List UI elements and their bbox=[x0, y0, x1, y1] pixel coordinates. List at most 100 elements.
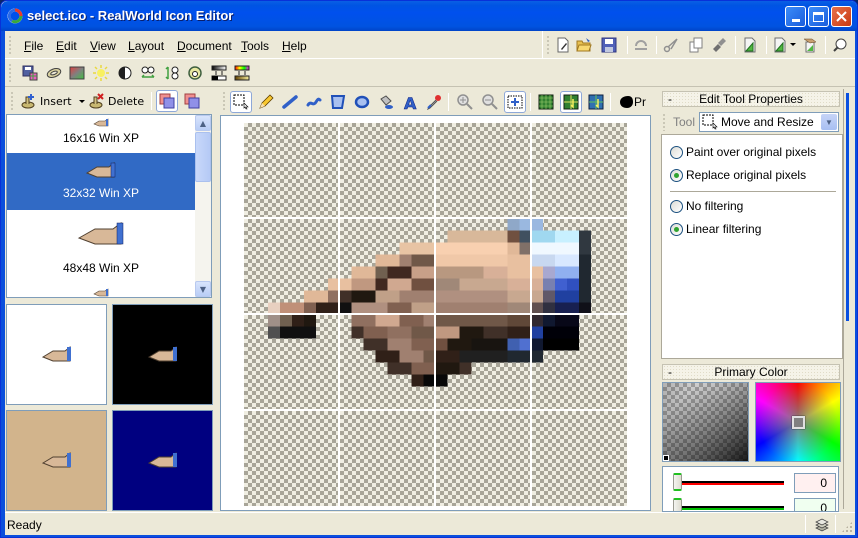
tool-row-gripper[interactable] bbox=[663, 113, 665, 131]
rotate-button[interactable] bbox=[187, 65, 203, 81]
alpha-brightness-picker[interactable] bbox=[662, 382, 749, 462]
flip-vertical-button[interactable] bbox=[164, 65, 180, 81]
insert-dropdown-icon[interactable] bbox=[78, 99, 85, 103]
ellipse-tool[interactable] bbox=[351, 91, 373, 113]
copy-button[interactable] bbox=[688, 37, 704, 53]
image-canvas[interactable] bbox=[220, 115, 651, 511]
hue-saturation-picker[interactable] bbox=[755, 382, 841, 462]
fit-zoom-tool[interactable] bbox=[504, 91, 526, 113]
eyedropper-tool[interactable] bbox=[423, 91, 445, 113]
radio-replace[interactable]: Replace original pixels bbox=[670, 168, 806, 182]
collapse-icon[interactable]: - bbox=[668, 365, 672, 379]
radio-unchecked-icon[interactable] bbox=[670, 145, 683, 159]
grayscale-map-button[interactable] bbox=[211, 65, 227, 81]
rect-select-tool[interactable] bbox=[230, 91, 252, 113]
insert-button[interactable]: Insert bbox=[21, 92, 85, 110]
create-dropdown-button[interactable] bbox=[772, 37, 788, 53]
resize-grip-icon[interactable] bbox=[841, 521, 853, 533]
help-button[interactable] bbox=[832, 37, 848, 53]
format-item-16[interactable]: 16x16 Win XP bbox=[7, 115, 195, 153]
create-image-button[interactable] bbox=[742, 37, 758, 53]
side-view-button[interactable] bbox=[181, 90, 203, 112]
open-button[interactable] bbox=[576, 37, 592, 53]
radio-unchecked-icon[interactable] bbox=[670, 199, 683, 213]
toolbar-overflow-label[interactable]: Pr bbox=[634, 95, 646, 109]
toolbar-separator bbox=[151, 92, 152, 110]
formats-toolbar-gripper[interactable] bbox=[11, 91, 13, 111]
format-item-more[interactable] bbox=[7, 287, 195, 297]
save-layer-button[interactable] bbox=[22, 65, 38, 81]
maximize-button[interactable] bbox=[808, 6, 829, 27]
minimize-button[interactable] bbox=[785, 6, 806, 27]
red-slider-knob[interactable] bbox=[673, 473, 682, 491]
radio-checked-icon[interactable] bbox=[670, 168, 683, 182]
paste-button[interactable] bbox=[712, 37, 728, 53]
save-button[interactable] bbox=[601, 37, 617, 53]
scroll-down-button[interactable]: ▼ bbox=[195, 281, 211, 297]
gradient-button[interactable] bbox=[69, 65, 85, 81]
red-slider-track[interactable] bbox=[677, 481, 784, 485]
contrast-button[interactable] bbox=[117, 65, 133, 81]
grid-tool[interactable] bbox=[535, 91, 557, 113]
scroll-thumb[interactable] bbox=[195, 132, 211, 182]
radio-paint-over[interactable]: Paint over original pixels bbox=[670, 145, 816, 159]
menu-view[interactable]: View bbox=[90, 39, 116, 53]
color-map-button[interactable] bbox=[234, 65, 250, 81]
delete-button[interactable]: Delete bbox=[89, 92, 144, 110]
rectangle-tool[interactable] bbox=[327, 91, 349, 113]
overlay-view-button[interactable] bbox=[156, 90, 178, 112]
format-item-48[interactable]: 48x48 Win XP bbox=[7, 215, 195, 287]
green-value-input[interactable]: 0 bbox=[794, 498, 836, 511]
menu-tools[interactable]: Tools bbox=[241, 39, 269, 53]
radio-no-filtering[interactable]: No filtering bbox=[670, 199, 743, 213]
icon-edit-area[interactable] bbox=[244, 123, 627, 506]
fill-tool[interactable] bbox=[375, 91, 397, 113]
zoom-out-tool[interactable] bbox=[479, 91, 501, 113]
zoom-in-tool[interactable] bbox=[454, 91, 476, 113]
undo-button[interactable] bbox=[633, 37, 649, 53]
radio-checked-icon[interactable] bbox=[670, 222, 683, 236]
radio-linear-filtering[interactable]: Linear filtering bbox=[670, 222, 761, 236]
properties-scrollbar[interactable] bbox=[846, 93, 849, 321]
cut-button[interactable] bbox=[663, 37, 679, 53]
menu-document[interactable]: Document bbox=[177, 39, 232, 53]
contrast-icon bbox=[118, 66, 132, 80]
flip-horizontal-button[interactable] bbox=[140, 65, 156, 81]
title-bar[interactable]: select.ico - RealWorld Icon Editor bbox=[1, 1, 857, 31]
image-from-screen-button[interactable] bbox=[802, 37, 818, 53]
line-tool[interactable] bbox=[279, 91, 301, 113]
collapse-icon[interactable]: - bbox=[668, 92, 672, 106]
formats-list[interactable]: 16x16 Win XP 32x32 Win XP 48x48 Win XP ▲… bbox=[6, 114, 212, 298]
chevron-down-icon[interactable]: ▼ bbox=[821, 114, 837, 130]
dropdown-arrow-icon[interactable] bbox=[790, 43, 796, 46]
ring-button[interactable] bbox=[46, 65, 62, 81]
format-item-32[interactable]: 32x32 Win XP bbox=[7, 153, 195, 210]
image-pixel-run bbox=[351, 326, 364, 339]
scroll-up-button[interactable]: ▲ bbox=[195, 115, 211, 131]
red-value-input[interactable]: 0 bbox=[794, 473, 836, 493]
text-tool[interactable]: A bbox=[399, 91, 421, 113]
pencil-tool[interactable] bbox=[255, 91, 277, 113]
edit-tool-properties-header[interactable]: - Edit Tool Properties bbox=[662, 91, 840, 107]
menu-help[interactable]: Help bbox=[282, 39, 307, 53]
close-button[interactable] bbox=[831, 6, 852, 27]
menu-edit[interactable]: Edit bbox=[56, 39, 77, 53]
curve-tool[interactable] bbox=[303, 91, 325, 113]
new-button[interactable] bbox=[555, 37, 571, 53]
tools-toolbar-gripper[interactable] bbox=[223, 91, 225, 111]
hue-marker[interactable] bbox=[792, 416, 805, 429]
menu-gripper[interactable] bbox=[9, 35, 11, 55]
primary-color-header[interactable]: - Primary Color bbox=[662, 364, 840, 380]
grid-guide-tool[interactable] bbox=[585, 91, 607, 113]
tool-select[interactable]: Move and Resize ▼ bbox=[699, 112, 839, 132]
format-toolbar-gripper[interactable] bbox=[9, 63, 11, 83]
main-toolbar-gripper[interactable] bbox=[547, 35, 549, 55]
green-slider-knob[interactable] bbox=[673, 498, 682, 511]
green-slider-track[interactable] bbox=[677, 506, 784, 510]
grid-snap-tool[interactable] bbox=[560, 91, 582, 113]
menu-layout[interactable]: Layout bbox=[128, 39, 164, 53]
menu-file[interactable]: File bbox=[24, 39, 43, 53]
formats-scrollbar[interactable]: ▲ ▼ bbox=[195, 115, 211, 297]
layers-stack-icon[interactable] bbox=[814, 516, 830, 535]
brightness-button[interactable] bbox=[93, 65, 109, 81]
